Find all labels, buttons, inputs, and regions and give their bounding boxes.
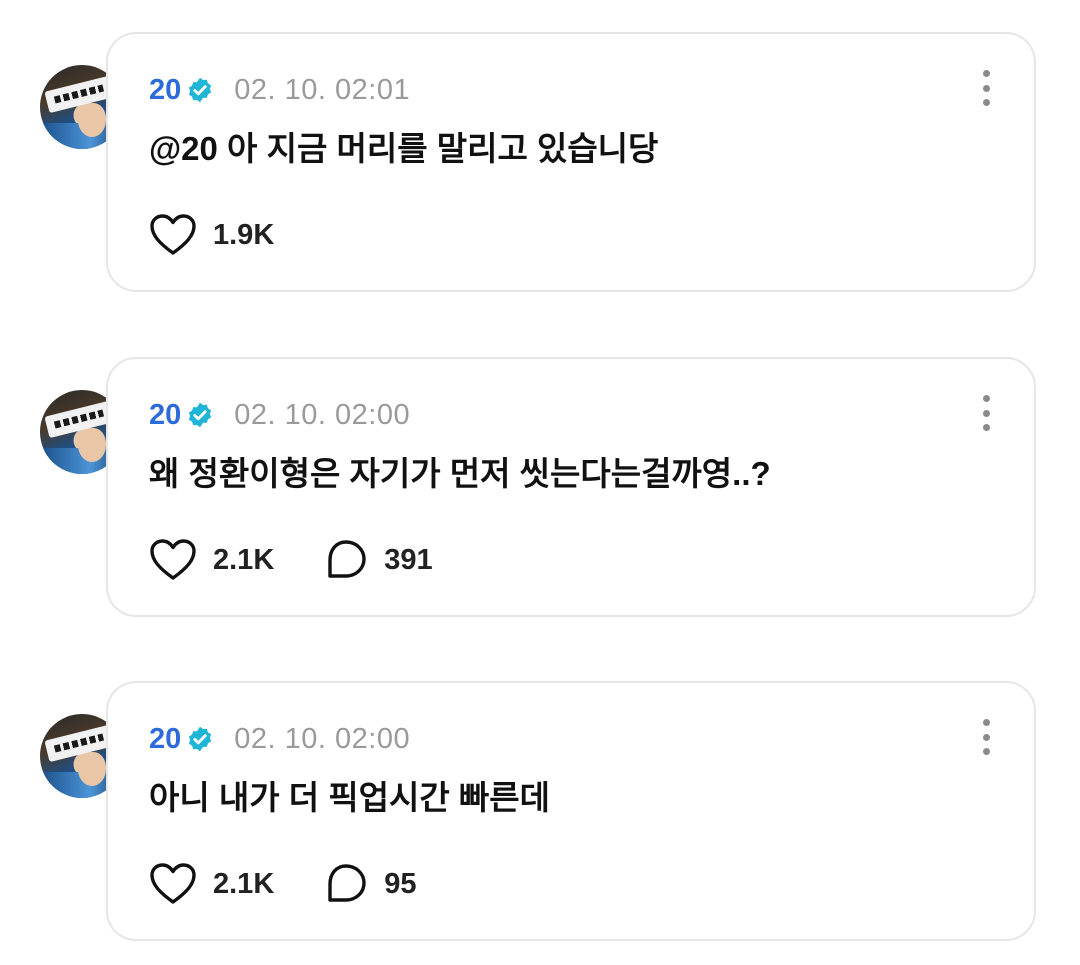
more-vertical-icon (982, 719, 990, 726)
username[interactable]: 20 (149, 399, 181, 432)
verified-badge-icon (186, 401, 214, 429)
post-text: 아니 내가 더 픽업시간 빠른데 (149, 779, 550, 816)
post-actions: 2.1K 95 (149, 861, 417, 907)
post-card[interactable]: 20 02. 10. 02:01 @20 아 지금 머리를 말리고 있습니당 1… (106, 32, 1036, 292)
timestamp: 02. 10. 02:00 (234, 398, 411, 431)
comment-button[interactable]: 391 (324, 538, 433, 582)
comment-count: 391 (384, 543, 433, 576)
more-vertical-icon (982, 70, 990, 77)
verified-badge-icon (186, 76, 214, 104)
post-actions: 1.9K (149, 212, 274, 258)
more-options-button[interactable] (972, 393, 1000, 433)
like-count: 2.1K (213, 867, 275, 900)
heart-icon (150, 863, 196, 904)
post-card[interactable]: 20 02. 10. 02:00 아니 내가 더 픽업시간 빠른데 2.1K 9… (106, 681, 1036, 941)
username[interactable]: 20 (149, 723, 181, 756)
post-item: 20 02. 10. 02:01 @20 아 지금 머리를 말리고 있습니당 1… (0, 32, 1080, 292)
speech-bubble-icon (328, 540, 366, 578)
more-vertical-icon (982, 395, 990, 402)
like-count: 2.1K (213, 543, 275, 576)
more-options-button[interactable] (972, 717, 1000, 757)
heart-icon (150, 539, 196, 580)
comment-button[interactable]: 95 (324, 862, 417, 906)
post-card[interactable]: 20 02. 10. 02:00 왜 정환이형은 자기가 먼저 씻는다는걸까영.… (106, 357, 1036, 617)
post-text: @20 아 지금 머리를 말리고 있습니당 (149, 130, 659, 167)
speech-bubble-icon (328, 864, 366, 902)
post-text: 왜 정환이형은 자기가 먼저 씻는다는걸까영..? (149, 455, 771, 492)
post-meta: 20 02. 10. 02:01 (149, 72, 410, 108)
heart-icon (150, 214, 196, 255)
like-button[interactable]: 2.1K (149, 862, 274, 906)
post-item: 20 02. 10. 02:00 왜 정환이형은 자기가 먼저 씻는다는걸까영.… (0, 357, 1080, 617)
more-options-button[interactable] (972, 68, 1000, 108)
post-meta: 20 02. 10. 02:00 (149, 721, 410, 757)
timestamp: 02. 10. 02:00 (234, 722, 411, 755)
post-meta: 20 02. 10. 02:00 (149, 397, 410, 433)
like-button[interactable]: 2.1K (149, 538, 274, 582)
post-item: 20 02. 10. 02:00 아니 내가 더 픽업시간 빠른데 2.1K 9… (0, 681, 1080, 941)
comment-count: 95 (384, 867, 417, 900)
post-actions: 2.1K 391 (149, 537, 433, 583)
timestamp: 02. 10. 02:01 (234, 73, 411, 106)
username[interactable]: 20 (149, 74, 181, 107)
like-button[interactable]: 1.9K (149, 213, 274, 257)
verified-badge-icon (186, 725, 214, 753)
like-count: 1.9K (213, 218, 275, 251)
